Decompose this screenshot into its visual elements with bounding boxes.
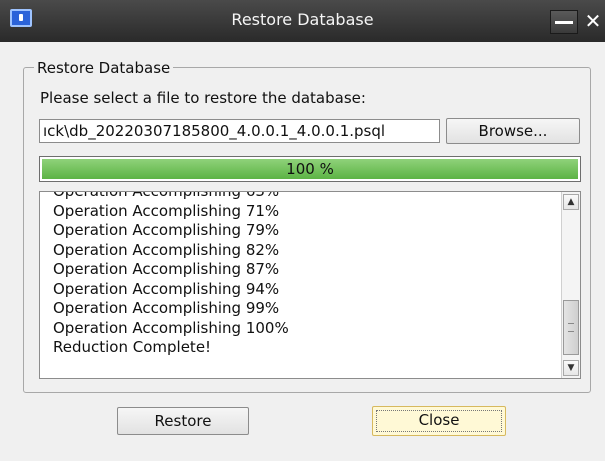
log-line: Operation Accomplishing 63%: [53, 191, 280, 200]
log-line: Operation Accomplishing 71%: [53, 201, 280, 220]
scroll-up-arrow-icon[interactable]: ▲: [563, 194, 579, 210]
scroll-down-arrow-icon[interactable]: ▼: [563, 360, 579, 376]
log-line: Operation Accomplishing 99%: [53, 299, 280, 317]
title-bar[interactable]: Restore Database ✕: [0, 0, 605, 42]
log-line: Operation Accomplishing 79%: [53, 221, 280, 239]
operation-log-list[interactable]: Operation Accomplishing 63% Operation Ac…: [39, 191, 581, 379]
group-legend: Restore Database: [34, 59, 174, 77]
log-line: Operation Accomplishing 82%: [53, 240, 280, 259]
browse-button[interactable]: Browse...: [446, 118, 580, 144]
scroll-thumb[interactable]: [563, 300, 579, 355]
log-scrollbar[interactable]: ▲ ▼: [561, 192, 580, 378]
close-window-button[interactable]: ✕: [581, 10, 605, 32]
progress-bar: 100 %: [39, 156, 581, 182]
progress-label: 100 %: [286, 160, 334, 178]
restore-button[interactable]: Restore: [117, 407, 249, 435]
restore-database-dialog: Restore Database ✕ Restore Database Plea…: [0, 0, 605, 461]
log-line: Operation Accomplishing 94%: [53, 279, 280, 298]
close-button[interactable]: Close: [372, 406, 506, 436]
window-title: Restore Database: [231, 10, 374, 29]
log-line: Operation Accomplishing 87%: [53, 260, 280, 278]
log-line: Operation Accomplishing 100%: [53, 318, 289, 337]
minimize-button[interactable]: [550, 10, 578, 34]
file-path-input[interactable]: ıck\db_20220307185800_4.0.0.1_4.0.0.1.ps…: [39, 119, 440, 143]
log-line: Reduction Complete!: [53, 338, 212, 356]
log-lines: Operation Accomplishing 63% Operation Ac…: [53, 191, 289, 358]
select-file-prompt: Please select a file to restore the data…: [40, 89, 366, 107]
